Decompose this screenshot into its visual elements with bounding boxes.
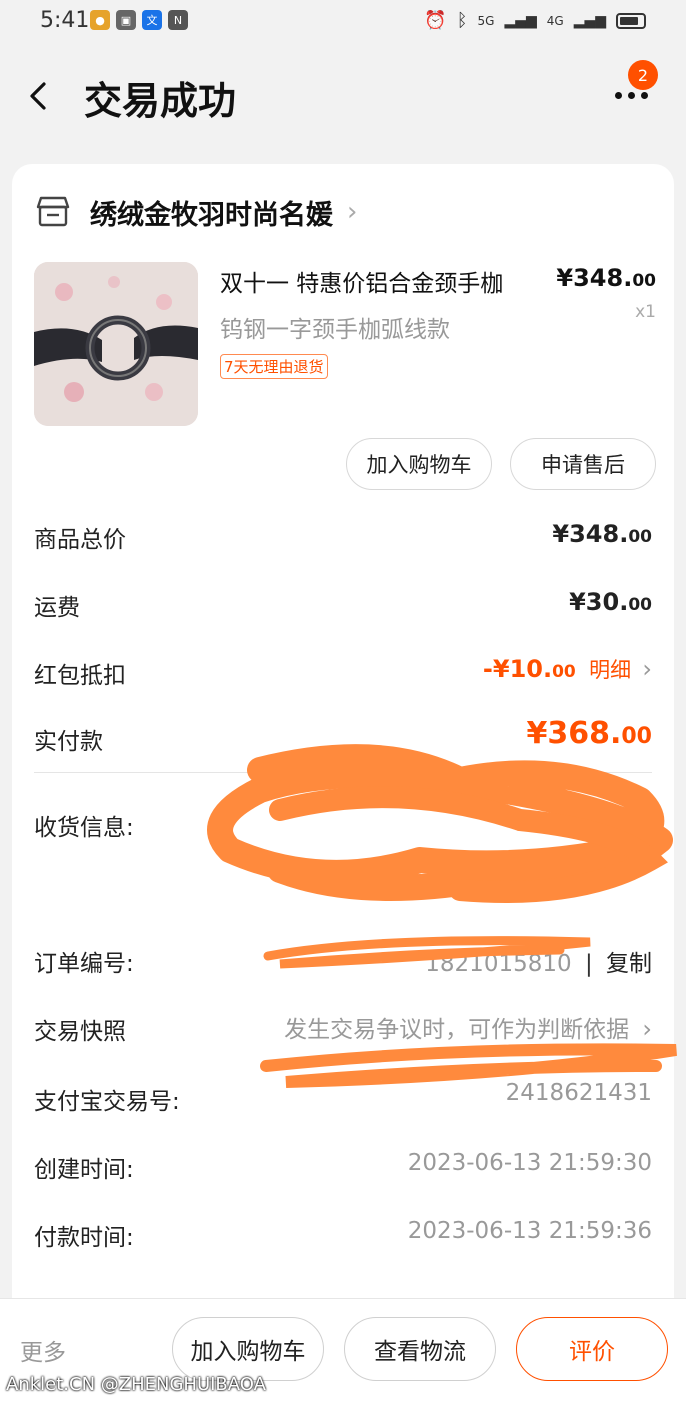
signal-4g: 4G (546, 13, 564, 28)
goods-total-label: 商品总价 (34, 527, 126, 553)
more-dot (641, 92, 648, 99)
goods-total-cents: 00 (628, 527, 652, 547)
add-to-cart-button[interactable]: 加入购物车 (346, 438, 492, 490)
snapshot-label: 交易快照 (34, 1019, 126, 1045)
alarm-icon: ⏰ (424, 10, 447, 31)
order-number-label: 订单编号: (34, 951, 134, 977)
price-cents: 00 (632, 271, 656, 291)
more-menu-button[interactable] (612, 88, 652, 108)
redpacket-main: -¥10. (482, 655, 553, 683)
paid-time-label: 付款时间: (34, 1225, 134, 1251)
product-quantity: x1 (635, 302, 656, 322)
status-right: ⏰ ᛒ 5G ▂▄▆ 4G ▂▄▆ (424, 10, 646, 31)
product-title[interactable]: 双十一 特惠价铝合金颈手枷 (220, 264, 503, 298)
signal-5g: 5G (477, 13, 495, 28)
goods-total-main: ¥348. (552, 520, 629, 548)
more-dot (628, 92, 635, 99)
back-button[interactable] (26, 78, 54, 114)
after-sale-button[interactable]: 申请售后 (510, 438, 656, 490)
product-price: ¥348.00 (556, 264, 656, 292)
redpacket-detail-link: 明细 (589, 658, 632, 682)
shipping-info-label: 收货信息: (34, 815, 134, 841)
page-title: 交易成功 (84, 79, 237, 123)
shop-row[interactable]: 绣绒金牧羽时尚名媛 › (34, 190, 357, 234)
shipping-fee-label: 运费 (34, 595, 80, 621)
bottom-add-cart-button[interactable]: 加入购物车 (172, 1317, 324, 1381)
shipping-fee-value: ¥30.00 (569, 588, 652, 616)
return-policy-tag: 7天无理由退货 (220, 354, 328, 379)
product-spec: 钨钢一字颈手枷弧线款 (220, 317, 450, 343)
status-time: 5:41 (40, 8, 90, 33)
battery-icon (616, 12, 646, 29)
price-main: ¥348. (556, 264, 633, 292)
translate-icon: 文 (142, 10, 162, 30)
shop-icon (36, 196, 70, 227)
shop-name: 绣绒金牧羽时尚名媛 (90, 199, 333, 231)
redpacket-label: 红包抵扣 (34, 663, 126, 689)
signal-icon: ▂▄▆ (573, 12, 606, 29)
signal-icon: ▂▄▆ (504, 12, 537, 29)
redpacket-cents: 00 (552, 662, 576, 682)
view-logistics-button[interactable]: 查看物流 (344, 1317, 496, 1381)
huawei-icon: ▣ (116, 10, 136, 30)
product-image[interactable] (34, 262, 198, 426)
status-bar: 5:41 ● ▣ 文 N ⏰ ᛒ 5G ▂▄▆ 4G ▂▄▆ (0, 0, 686, 44)
watermark: Anklet.CN @ZHENGHUIBAOA (6, 1374, 266, 1395)
created-time-label: 创建时间: (34, 1157, 134, 1183)
paid-time-value: 2023-06-13 21:59:36 (407, 1218, 652, 1244)
back-arrow-icon (30, 82, 46, 110)
notification-icons: ● ▣ 文 N (90, 10, 188, 30)
more-button[interactable]: 更多 (20, 1333, 66, 1367)
chevron-right-icon: › (642, 655, 652, 683)
shipping-main: ¥30. (569, 588, 629, 616)
order-number-redaction (263, 936, 591, 969)
address-redaction (207, 744, 673, 903)
bluetooth-icon: ᛒ (456, 10, 468, 31)
created-time-value: 2023-06-13 21:59:30 (407, 1150, 652, 1176)
review-button[interactable]: 评价 (516, 1317, 668, 1381)
alipay-number-redaction (260, 1043, 677, 1088)
copy-button[interactable]: 复制 (606, 951, 652, 977)
shipping-cents: 00 (628, 595, 652, 615)
chevron-right-icon: › (347, 197, 358, 227)
notification-badge: 2 (628, 60, 658, 90)
header: 交易成功 2 (0, 52, 686, 142)
redpacket-value: -¥10.00 (483, 655, 576, 683)
product-photo (34, 262, 198, 426)
alipay-no-label: 支付宝交易号: (34, 1089, 180, 1115)
paid-amount-label: 实付款 (34, 729, 103, 755)
weibo-icon: ● (90, 10, 110, 30)
nfc-icon: N (168, 10, 188, 30)
more-dots-icon (615, 92, 622, 99)
goods-total-value: ¥348.00 (552, 520, 652, 548)
redpacket-row[interactable]: -¥10.00 明细 › (483, 654, 652, 684)
